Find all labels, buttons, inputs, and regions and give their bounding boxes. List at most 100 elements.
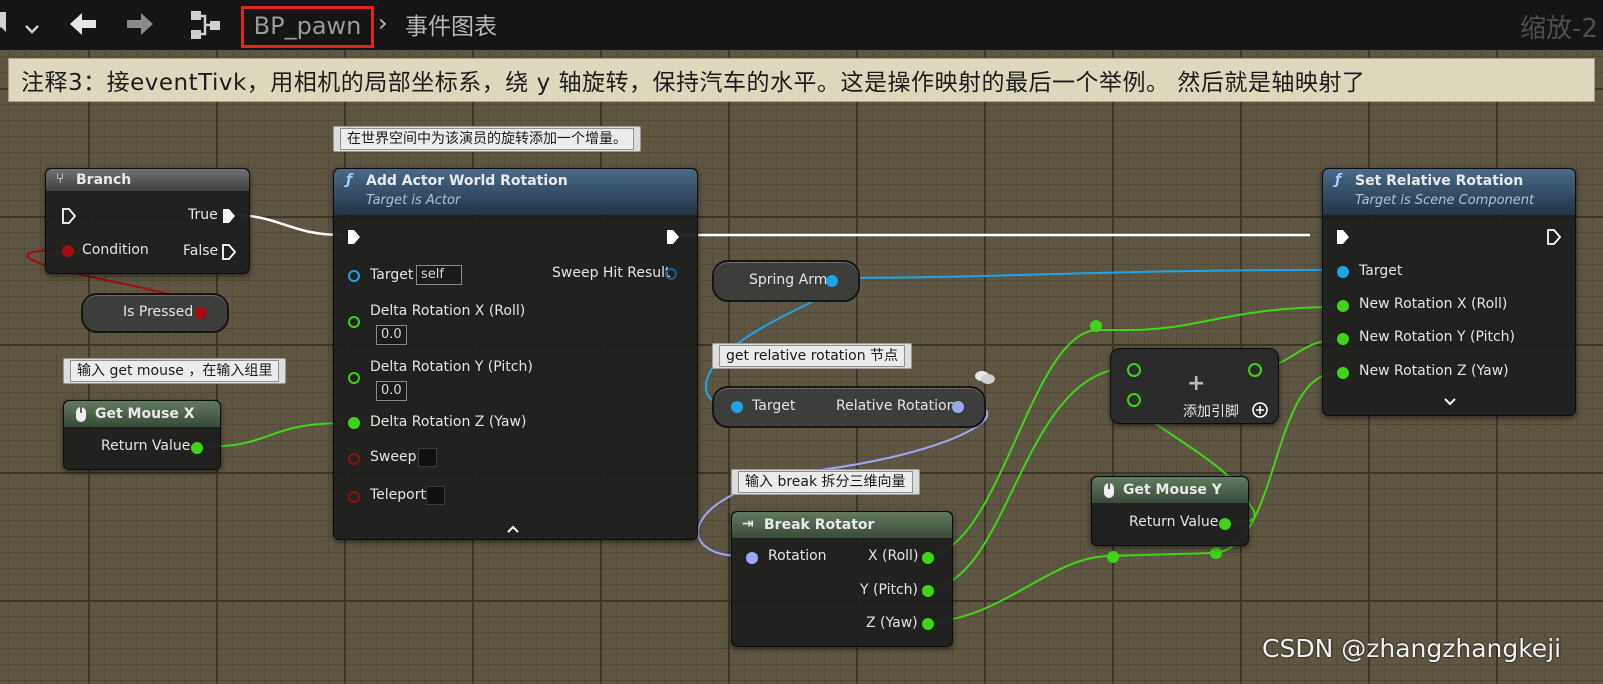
roll-output-pin[interactable] [922,552,934,564]
add-input-b-pin[interactable] [1127,393,1141,407]
get-target-pin[interactable] [731,401,743,413]
pitch-output-label: Y (Pitch) [860,582,919,598]
add-pin-label[interactable]: 添加引脚 [1183,401,1239,421]
target-pin[interactable] [348,270,360,282]
set-target-label: Target [1359,263,1403,279]
mouse-icon [1103,482,1115,503]
set-relative-rotation-node[interactable]: ƒ Set Relative Rotation Target is Scene … [1322,168,1576,416]
get-mouse-note[interactable]: 输入 get mouse ，在输入组里 [63,358,287,384]
spring-arm-pin[interactable] [826,275,838,287]
get-relative-rotation-node[interactable]: Target Relative Rotation [712,386,986,428]
roll-output-label: X (Roll) [868,548,919,564]
function-icon: ƒ [1335,172,1342,188]
add-rotation-subtitle: Target is Actor [366,193,461,208]
break-icon: ⇥ [742,516,754,532]
condition-pin[interactable] [62,245,74,257]
get-mouse-y-node[interactable]: Get Mouse Y Return Value [1091,476,1249,546]
rotation-x-pin[interactable] [348,316,360,328]
rotation-z-pin[interactable] [348,417,360,429]
condition-label: Condition [82,242,149,258]
return-value-label: Return Value [101,438,191,454]
add-input-a-pin[interactable] [1127,363,1141,377]
comment-box-header[interactable]: 注释3：接eventTivk，用相机的局部坐标系，绕 y 轴旋转，保持汽车的水平… [8,58,1595,102]
graph-hierarchy-icon[interactable] [190,9,222,46]
collapse-chevron-icon[interactable] [506,519,520,538]
plus-icon: + [1187,371,1206,396]
yaw-output-label: Z (Yaw) [866,615,918,631]
rotation-y-pin[interactable] [348,372,360,384]
target-label: Target [370,267,414,283]
return-value-pin[interactable] [191,442,203,454]
teleport-checkbox[interactable] [426,486,445,505]
chevron-down-icon[interactable] [24,14,40,40]
teleport-pin[interactable] [348,491,360,503]
new-rotation-y-pin[interactable] [1337,333,1349,345]
add-pin-icon[interactable] [1251,401,1269,423]
relative-rotation-label: Relative Rotation [836,398,956,414]
new-rotation-x-label: New Rotation X (Roll) [1359,296,1508,312]
is-pressed-variable-node[interactable]: Is Pressed [81,293,229,333]
exec-in-pin[interactable] [1336,229,1350,249]
sweep-pin[interactable] [348,453,360,465]
get-mouse-x-title: Get Mouse X [95,406,195,422]
relative-rotation-note[interactable]: get relative rotation 节点 [712,343,913,369]
rotation-y-label: Delta Rotation Y (Pitch) [370,359,533,375]
zoom-level: 缩放-2 [1520,14,1598,44]
return-value-label: Return Value [1129,514,1219,530]
sweep-label: Sweep [370,449,417,465]
add-output-pin[interactable] [1248,363,1262,377]
exec-out-pin[interactable] [1547,229,1562,249]
rotation-y-field[interactable]: 0.0 [376,381,407,401]
exec-true-pin[interactable] [222,208,236,228]
pitch-output-pin[interactable] [922,585,934,597]
get-mouse-y-title: Get Mouse Y [1123,482,1222,498]
spring-arm-variable-node[interactable]: Spring Arm [712,260,860,302]
false-label: False [183,243,219,259]
sweep-hit-result-label: Sweep Hit Result [552,265,671,281]
watermark: CSDN @zhangzhangkeji [1262,634,1562,663]
comment-bubble-icon[interactable] [974,369,996,389]
new-rotation-z-label: New Rotation Z (Yaw) [1359,363,1509,379]
get-target-label: Target [752,398,796,414]
exec-out-pin[interactable] [666,229,680,249]
break-rotator-node[interactable]: ⇥ Break Rotator Rotation X (Roll) Y (Pit… [731,511,953,647]
spring-arm-label: Spring Arm [749,272,828,288]
yaw-output-pin[interactable] [922,618,934,630]
function-icon: ƒ [346,172,353,188]
add-actor-world-rotation-node[interactable]: ƒ Add Actor World Rotation Target is Act… [333,168,698,540]
mouse-icon [75,406,87,427]
relative-rotation-pin[interactable] [952,401,964,413]
add-rotation-note[interactable]: 在世界空间中为该演员的旋转添加一个增量。 [333,126,641,152]
forward-arrow-icon[interactable] [125,10,155,43]
graph-name-breadcrumb[interactable]: 事件图表 [405,7,497,41]
rotation-input-pin[interactable] [746,552,758,564]
is-pressed-label: Is Pressed [123,304,194,320]
sweep-hit-result-pin[interactable] [665,268,677,280]
sweep-checkbox[interactable] [418,448,437,467]
blueprint-name-breadcrumb[interactable]: BP_pawn [241,6,374,48]
target-self-field[interactable]: self [416,265,462,285]
exec-false-pin[interactable] [222,244,237,264]
break-rotator-title: Break Rotator [764,517,875,533]
bookmark-icon[interactable] [0,12,8,39]
get-mouse-x-node[interactable]: Get Mouse X Return Value [63,400,221,470]
branch-node[interactable]: ⑂ Branch True Condition False [45,168,250,274]
set-target-pin[interactable] [1337,266,1349,278]
rotation-x-field[interactable]: 0.0 [376,325,407,345]
exec-in-pin[interactable] [347,229,361,249]
rotation-x-label: Delta Rotation X (Roll) [370,303,526,319]
branch-title: Branch [76,172,132,188]
exec-in-pin[interactable] [62,208,77,228]
set-relative-subtitle: Target is Scene Component [1355,193,1535,208]
new-rotation-z-pin[interactable] [1337,367,1349,379]
true-label: True [188,207,218,223]
add-rotation-title: Add Actor World Rotation [366,173,568,189]
is-pressed-pin[interactable] [195,307,207,319]
return-value-pin[interactable] [1219,518,1231,530]
expand-chevron-icon[interactable] [1443,392,1457,411]
new-rotation-x-pin[interactable] [1337,300,1349,312]
branch-icon: ⑂ [56,171,65,187]
break-note[interactable]: 输入 break 拆分三维向量 [731,469,920,495]
add-operator-node[interactable]: + 添加引脚 [1110,348,1279,424]
back-arrow-icon[interactable] [68,10,98,43]
